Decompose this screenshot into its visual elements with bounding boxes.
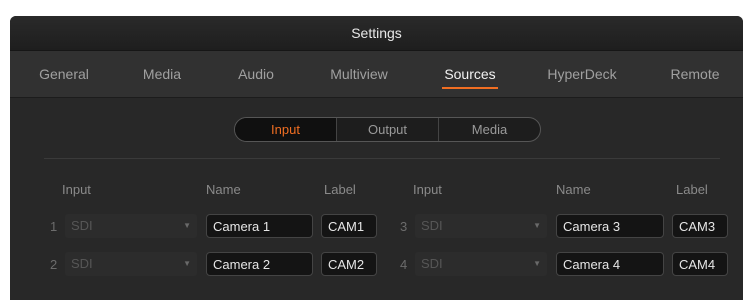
window-title: Settings <box>351 25 402 41</box>
tab-audio[interactable]: Audio <box>234 51 278 97</box>
input-type-value: SDI <box>71 256 93 271</box>
label-field[interactable]: CAM4 <box>672 252 728 276</box>
section-divider <box>44 158 720 159</box>
settings-tab-bar: General Media Audio Multiview Sources Hy… <box>10 51 743 98</box>
input-number: 3 <box>400 219 408 234</box>
input-number: 4 <box>400 257 408 272</box>
name-field[interactable]: Camera 4 <box>556 252 664 276</box>
name-field[interactable]: Camera 2 <box>206 252 313 276</box>
chevron-down-icon: ▼ <box>533 259 541 268</box>
input-type-dropdown[interactable]: SDI ▼ <box>65 252 197 276</box>
header-label-right: Label <box>676 182 708 197</box>
label-field[interactable]: CAM3 <box>672 214 728 238</box>
tab-hyperdeck[interactable]: HyperDeck <box>542 51 622 97</box>
header-name-right: Name <box>556 182 591 197</box>
chevron-down-icon: ▼ <box>533 221 541 230</box>
input-type-value: SDI <box>71 218 93 233</box>
tab-sources[interactable]: Sources <box>439 51 501 97</box>
tab-general[interactable]: General <box>32 51 96 97</box>
source-type-toggle: Input Output Media <box>234 117 541 142</box>
input-type-value: SDI <box>421 256 443 271</box>
input-type-value: SDI <box>421 218 443 233</box>
input-type-dropdown[interactable]: SDI ▼ <box>65 214 197 238</box>
header-label-left: Label <box>324 182 356 197</box>
input-type-dropdown[interactable]: SDI ▼ <box>415 214 547 238</box>
header-input-right: Input <box>413 182 442 197</box>
header-name-left: Name <box>206 182 241 197</box>
tab-media[interactable]: Media <box>137 51 187 97</box>
label-field[interactable]: CAM1 <box>321 214 377 238</box>
toggle-media[interactable]: Media <box>438 118 540 141</box>
input-number: 1 <box>50 219 58 234</box>
header-input-left: Input <box>62 182 91 197</box>
title-bar: Settings <box>10 16 743 51</box>
input-type-dropdown[interactable]: SDI ▼ <box>415 252 547 276</box>
toggle-input[interactable]: Input <box>235 118 336 141</box>
name-field[interactable]: Camera 1 <box>206 214 313 238</box>
name-field[interactable]: Camera 3 <box>556 214 664 238</box>
label-field[interactable]: CAM2 <box>321 252 377 276</box>
tab-remote[interactable]: Remote <box>665 51 725 97</box>
toggle-output[interactable]: Output <box>336 118 438 141</box>
input-number: 2 <box>50 257 58 272</box>
settings-window: Settings General Media Audio Multiview S… <box>10 16 743 300</box>
tab-multiview[interactable]: Multiview <box>323 51 395 97</box>
chevron-down-icon: ▼ <box>183 221 191 230</box>
chevron-down-icon: ▼ <box>183 259 191 268</box>
